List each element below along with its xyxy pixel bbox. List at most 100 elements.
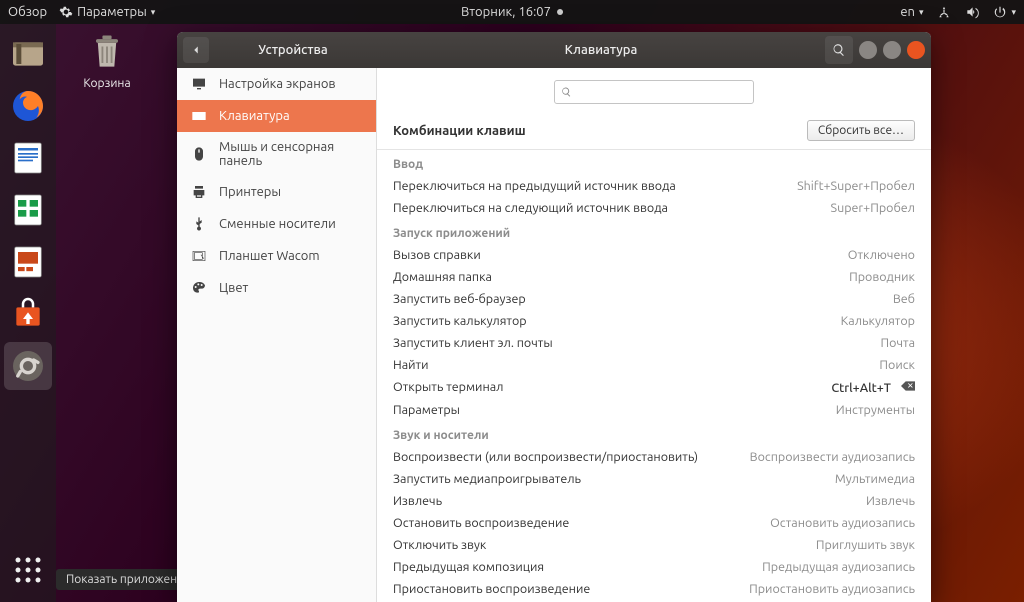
sidebar-item-mouse[interactable]: Мышь и сенсорная панель [177, 132, 376, 176]
shortcut-value: Shift+Super+Пробел [797, 179, 915, 193]
shortcut-value: Super+Пробел [831, 201, 915, 215]
back-button[interactable] [183, 37, 209, 63]
dock-settings[interactable] [4, 342, 52, 390]
settings-window: Устройства Клавиатура Настройка экранов … [177, 32, 931, 602]
sidebar-item-removable[interactable]: Сменные носители [177, 208, 376, 240]
main-panel: Комбинации клавиш Сбросить все… ВводПере… [377, 68, 931, 602]
shortcut-label: Запустить медиапроигрыватель [393, 472, 581, 486]
sidebar-item-printers[interactable]: Принтеры [177, 176, 376, 208]
clock[interactable]: Вторник, 16:07 [461, 5, 563, 19]
sidebar-item-keyboard[interactable]: Клавиатура [177, 100, 376, 132]
shortcut-label: Параметры [393, 403, 460, 417]
section-title: Звук и носители [377, 421, 931, 446]
shortcut-row[interactable]: Вызов справкиОтключено [377, 244, 931, 266]
search-icon [561, 86, 572, 98]
sidebar-item-color[interactable]: Цвет [177, 272, 376, 304]
sidebar: Настройка экранов Клавиатура Мышь и сенс… [177, 68, 377, 602]
power-icon[interactable]: ▾ [993, 5, 1016, 19]
shortcut-label: Запустить веб-браузер [393, 292, 526, 306]
shortcut-value: Отключено [848, 248, 915, 262]
shortcut-label: Домашняя папка [393, 270, 492, 284]
shortcut-row[interactable]: Предыдущая композицияПредыдущая аудиозап… [377, 556, 931, 578]
mouse-icon [191, 146, 207, 162]
window-title: Клавиатура [377, 43, 825, 57]
shortcut-row[interactable]: Открыть терминалCtrl+Alt+T [377, 376, 931, 399]
dock-writer[interactable] [4, 134, 52, 182]
shortcut-label: Остановить воспроизведение [393, 516, 569, 530]
shortcut-value: Приостановить аудиозапись [749, 582, 915, 596]
gear-icon [59, 5, 73, 19]
delete-shortcut-button[interactable] [901, 380, 915, 395]
shortcut-value: Ctrl+Alt+T [831, 381, 891, 395]
color-icon [191, 280, 207, 296]
shortcut-row[interactable]: Запустить веб-браузер Веб [377, 288, 931, 310]
shortcut-label: Запустить калькулятор [393, 314, 527, 328]
shortcut-row[interactable]: Запустить клиент эл. почтыПочта [377, 332, 931, 354]
shortcut-label: Переключиться на предыдущий источник вво… [393, 179, 676, 193]
dock-impress[interactable] [4, 238, 52, 286]
sidebar-title: Устройства [219, 43, 367, 57]
shortcut-label: Приостановить воспроизведение [393, 582, 590, 596]
shortcut-label: Найти [393, 358, 429, 372]
shortcut-row[interactable]: Остановить воспроизведение Остановить ауд… [377, 512, 931, 534]
shortcut-value: Инструменты [836, 403, 915, 417]
section-title: Запуск приложений [377, 219, 931, 244]
reset-all-button[interactable]: Сбросить все… [807, 120, 915, 141]
shortcut-search-input[interactable] [578, 86, 747, 99]
maximize-button[interactable] [883, 41, 901, 59]
sidebar-item-wacom[interactable]: Планшет Wacom [177, 240, 376, 272]
shortcut-row[interactable]: Домашняя папка Проводник [377, 266, 931, 288]
shortcut-row[interactable]: Найти Поиск [377, 354, 931, 376]
keyboard-icon [191, 108, 207, 124]
dock-firefox[interactable] [4, 82, 52, 130]
shortcut-value: Почта [881, 336, 915, 350]
shortcut-label: Извлечь [393, 494, 442, 508]
input-lang[interactable]: en ▾ [900, 5, 923, 19]
sidebar-item-displays[interactable]: Настройка экранов [177, 68, 376, 100]
shortcut-list[interactable]: ВводПереключиться на предыдущий источник… [377, 149, 931, 602]
network-icon[interactable] [937, 5, 951, 19]
close-button[interactable] [907, 41, 925, 59]
chevron-down-icon: ▾ [151, 7, 156, 18]
printer-icon [191, 184, 207, 200]
shortcut-label: Переключиться на следующий источник ввод… [393, 201, 668, 215]
shortcut-search[interactable] [554, 80, 754, 104]
trash-icon [85, 30, 129, 74]
dock-files[interactable] [4, 30, 52, 78]
shortcut-value: Приглушить звук [816, 538, 915, 552]
app-menu[interactable]: Параметры ▾ [59, 5, 155, 19]
shortcut-value: Веб [893, 292, 915, 306]
shortcut-row[interactable]: Воспроизвести (или воспроизвести/приоста… [377, 446, 931, 468]
desktop-trash[interactable]: Корзина [72, 30, 142, 90]
shortcut-value: Проводник [849, 270, 915, 284]
shortcut-label: Отключить звук [393, 538, 486, 552]
shortcut-row[interactable]: Извлечь Извлечь [377, 490, 931, 512]
volume-icon[interactable] [965, 5, 979, 19]
shortcut-row[interactable]: Параметры Инструменты [377, 399, 931, 421]
shortcut-value: Извлечь [866, 494, 915, 508]
shortcut-value: Поиск [879, 358, 915, 372]
shortcuts-heading: Комбинации клавиш [393, 124, 526, 138]
titlebar-search-button[interactable] [825, 36, 853, 64]
shortcut-row[interactable]: Запустить медиапроигрыватель Мультимедиа [377, 468, 931, 490]
usb-icon [191, 216, 207, 232]
minimize-button[interactable] [859, 41, 877, 59]
dock-software[interactable] [4, 290, 52, 338]
monitor-icon [191, 76, 207, 92]
notification-dot-icon [557, 9, 563, 15]
dock-calc[interactable] [4, 186, 52, 234]
tablet-icon [191, 248, 207, 264]
shortcut-value: Калькулятор [841, 314, 915, 328]
shortcut-row[interactable]: Переключиться на следующий источник ввод… [377, 197, 931, 219]
titlebar[interactable]: Устройства Клавиатура [177, 32, 931, 68]
desktop-trash-label: Корзина [72, 77, 142, 90]
top-bar: Обзор Параметры ▾ Вторник, 16:07 en ▾ ▾ [0, 0, 1024, 24]
shortcut-row[interactable]: Переключиться на предыдущий источник вво… [377, 175, 931, 197]
shortcut-row[interactable]: Отключить звук Приглушить звук [377, 534, 931, 556]
shortcut-value: Мультимедиа [835, 472, 915, 486]
shortcut-row[interactable]: Приостановить воспроизведение Приостанови… [377, 578, 931, 600]
shortcut-value: Остановить аудиозапись [770, 516, 915, 530]
shortcut-row[interactable]: Запустить калькулятор Калькулятор [377, 310, 931, 332]
show-apps-button[interactable] [4, 546, 52, 594]
activities-button[interactable]: Обзор [8, 5, 47, 19]
